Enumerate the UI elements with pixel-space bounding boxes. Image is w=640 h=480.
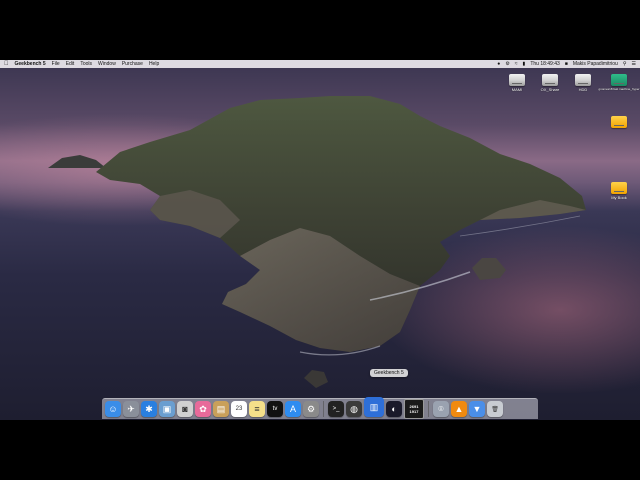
user-name[interactable]: Makis Papadimitriou (573, 61, 618, 67)
dock-separator (323, 401, 324, 417)
downloads-folder-icon[interactable]: ▼ (469, 401, 485, 417)
notes-icon[interactable]: ≡ (249, 401, 265, 417)
app-store-icon[interactable]: A (285, 401, 301, 417)
desktop-icon-label: My Book (611, 195, 627, 200)
menu-help[interactable]: Help (149, 61, 159, 67)
geekbench-icon[interactable]: ▥ (364, 397, 384, 417)
menu-list-icon[interactable]: ☰ (632, 61, 636, 67)
letterbox-bottom (0, 420, 640, 480)
wifi-icon[interactable]: ≈ (515, 61, 518, 67)
vlc-icon[interactable]: ▲ (451, 401, 467, 417)
apple-tv-icon[interactable]: tv (267, 401, 283, 417)
photos-icon[interactable]: ✿ (195, 401, 211, 417)
menu-window[interactable]: Window (98, 61, 116, 67)
desktop-drive-external[interactable] (602, 116, 636, 129)
trash-icon[interactable]: 🗑 (487, 401, 503, 417)
letterbox-top (0, 0, 640, 60)
dock: ☺ ✈ ✱ ▣ ◙ ✿ ▤ 23 ≡ tv A ⚙ >_ ◍ ▥ ◐ 2691 1917 ⌾ ▲ ▼ 🗑 (102, 397, 538, 419)
menu-purchase[interactable]: Purchase (122, 61, 143, 67)
image-capture-icon[interactable]: ⌾ (433, 401, 449, 417)
desktop-icon-label: HDD (578, 87, 588, 92)
calendar-icon[interactable]: 23 (231, 401, 247, 417)
dock-separator (428, 401, 429, 417)
catalina-island-wallpaper (48, 96, 586, 388)
desktop-drive-hdd[interactable]: HDD (566, 74, 600, 92)
gear-icon[interactable]: ⚙ (505, 61, 509, 67)
user-icon[interactable]: ■ (565, 61, 568, 67)
hard-drive-icon (542, 74, 558, 86)
notes-folder-icon[interactable]: ▤ (213, 401, 229, 417)
dock-tooltip: Geekbench 5 (370, 369, 408, 377)
desktop-drive-time-machine[interactable]: gnomes18 fast machine_hyper (598, 74, 640, 92)
menu-file[interactable]: File (52, 61, 60, 67)
desktop[interactable]:  Geekbench 5 File Edit Tools Window Pur… (0, 60, 640, 420)
external-drive-icon (611, 116, 627, 128)
safari-icon[interactable]: ✱ (141, 401, 157, 417)
menu-bar-status-area: ● ⚙ ≈ ▮ Thu 18:49:43 ■ Makis Papadimitri… (497, 61, 636, 67)
system-preferences-icon[interactable]: ⚙ (303, 401, 319, 417)
clock[interactable]: Thu 18:49:43 (530, 61, 559, 67)
menu-tools[interactable]: Tools (80, 61, 92, 67)
desktop-drive-ox-share[interactable]: OX_Share (533, 74, 567, 92)
search-icon[interactable]: ⚲ (623, 61, 627, 67)
menu-bar:  Geekbench 5 File Edit Tools Window Pur… (0, 60, 640, 68)
desktop-icon-label: OX_Share (540, 87, 560, 92)
record-icon[interactable]: ● (497, 61, 500, 67)
terminal-icon[interactable]: >_ (328, 401, 344, 417)
menu-app-name[interactable]: Geekbench 5 (15, 61, 46, 67)
preview-icon[interactable]: ▣ (159, 401, 175, 417)
external-drive-icon (611, 182, 627, 194)
launchpad-icon[interactable]: ✈ (123, 401, 139, 417)
cinebench-icon[interactable]: ◐ (386, 401, 402, 417)
desktop-drive-my-book[interactable]: My Book (602, 182, 636, 200)
disk-utility-icon[interactable]: ◍ (346, 401, 362, 417)
desktop-icon-label: gnomes18 fast machine_hyper (598, 87, 640, 91)
finder-icon[interactable]: ☺ (105, 401, 121, 417)
geekbench-results-icon[interactable]: 2691 1917 (404, 399, 424, 419)
battery-icon[interactable]: ▮ (523, 61, 526, 67)
time-machine-drive-icon (611, 74, 627, 86)
desktop-icon-label: MAMI (511, 87, 523, 92)
photos-preview-icon[interactable]: ◙ (177, 401, 193, 417)
hard-drive-icon (575, 74, 591, 86)
menu-edit[interactable]: Edit (66, 61, 75, 67)
hard-drive-icon (509, 74, 525, 86)
apple-menu-icon[interactable]:  (4, 61, 9, 67)
desktop-drive-mami[interactable]: MAMI (500, 74, 534, 92)
badge-score-bottom: 1917 (409, 409, 419, 414)
